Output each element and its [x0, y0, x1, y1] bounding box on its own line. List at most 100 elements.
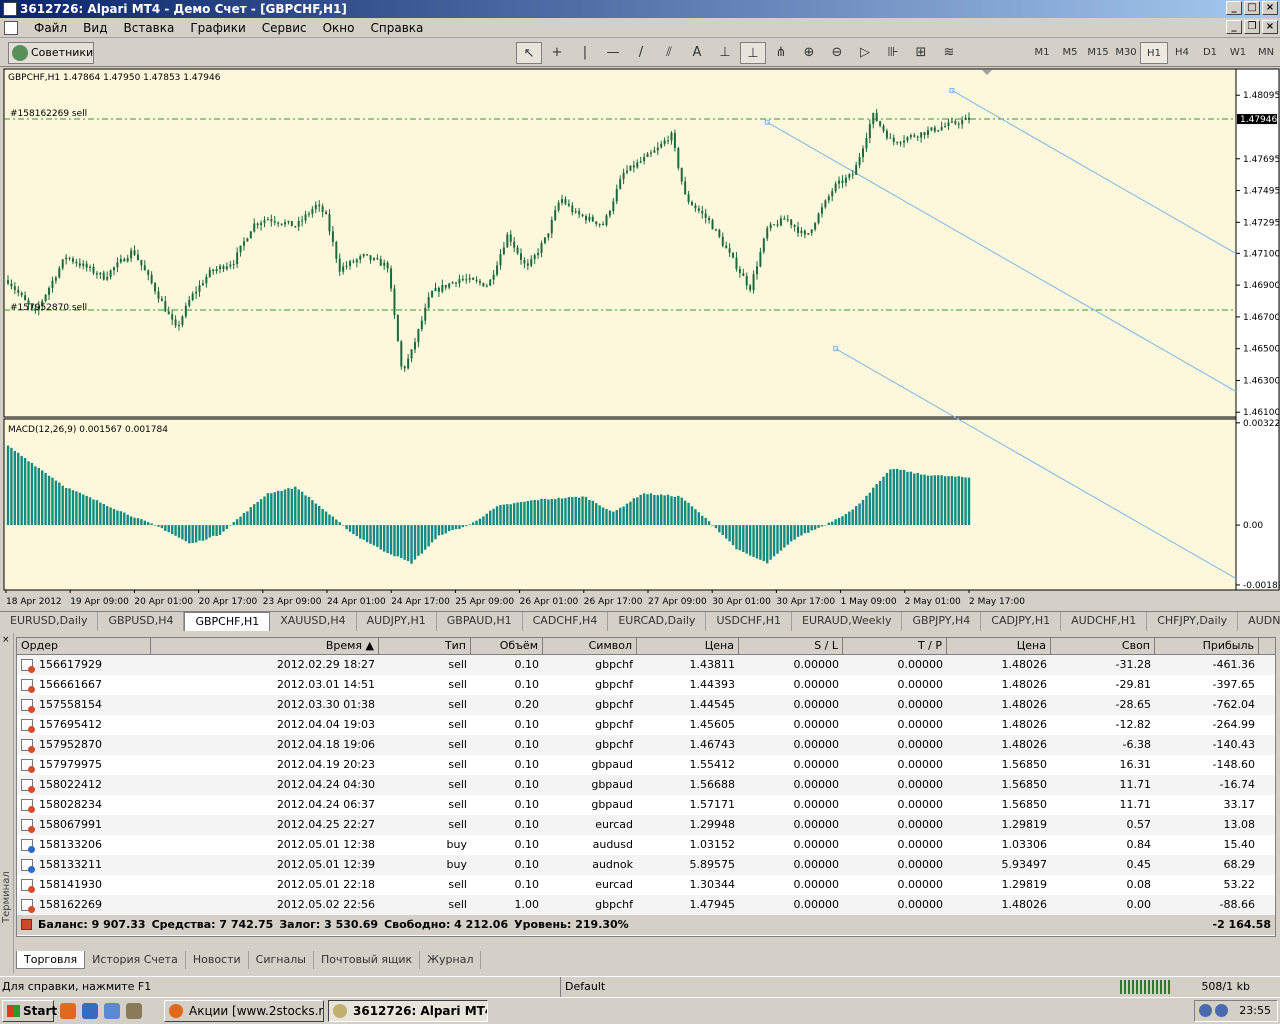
expert-advisors-button[interactable]: Советники — [8, 42, 94, 64]
symbol-tab[interactable]: CADCHF,H4 — [523, 612, 609, 631]
terminal-tab[interactable]: История Счета — [85, 951, 186, 969]
menu-item[interactable]: Сервис — [254, 21, 315, 35]
symbol-tab[interactable]: AUDNOK,Daily — [1238, 612, 1280, 631]
period-button[interactable]: M15 — [1084, 42, 1112, 64]
symbol-tab[interactable]: USDCHF,H1 — [706, 612, 793, 631]
chart-tool-icon[interactable]: A — [684, 42, 710, 64]
close-button[interactable]: × — [1262, 1, 1278, 15]
column-header[interactable]: Прибыль — [1155, 638, 1259, 654]
table-row[interactable]: 158067991 2012.04.25 22:27 sell 0.10 eurcad 1… — [17, 815, 1275, 835]
column-header[interactable]: S / L — [739, 638, 843, 654]
chart-tool-icon[interactable]: ≋ — [936, 42, 962, 64]
terminal-close-icon[interactable]: × — [2, 635, 12, 645]
terminal-tab[interactable]: Торговля — [16, 951, 86, 969]
period-button[interactable]: W1 — [1224, 42, 1252, 64]
maximize-button[interactable]: □ — [1244, 1, 1260, 15]
menu-item[interactable]: Окно — [315, 21, 363, 35]
terminal-tab[interactable]: Новости — [186, 951, 249, 969]
price-chart[interactable]: 1.48095 1.47695 1.47495 1.47295 1.47100 1.469… — [2, 68, 1280, 610]
symbol-tab[interactable]: GBPCHF,H1 — [184, 612, 271, 631]
column-header[interactable]: T / P — [843, 638, 947, 654]
task-mt4[interactable]: 3612726: Alpari MT4 -... — [328, 1000, 488, 1022]
table-row[interactable]: 158028234 2012.04.24 06:37 sell 0.10 gbpaud 1… — [17, 795, 1275, 815]
period-button[interactable]: MN — [1252, 42, 1280, 64]
column-header[interactable]: Цена — [637, 638, 739, 654]
symbol-tab[interactable]: EURCAD,Daily — [608, 612, 707, 631]
firefox-icon[interactable] — [60, 1003, 76, 1019]
terminal-tab[interactable]: Сигналы — [249, 951, 314, 969]
mdi-restore-button[interactable]: ❐ — [1244, 20, 1260, 34]
column-header[interactable]: Своп — [1051, 638, 1155, 654]
menu-item[interactable]: Графики — [182, 21, 253, 35]
menu-item[interactable]: Вид — [75, 21, 115, 35]
macd-bar — [276, 490, 280, 526]
chart-tool-icon[interactable]: ⊞ — [908, 42, 934, 64]
table-row[interactable]: 158022412 2012.04.24 04:30 sell 0.10 gbpaud 1… — [17, 775, 1275, 795]
symbol-tab[interactable]: GBPUSD,H4 — [98, 612, 185, 631]
tool-icon[interactable] — [126, 1003, 142, 1019]
column-header[interactable]: Цена — [947, 638, 1051, 654]
table-row[interactable]: 156661667 2012.03.01 14:51 sell 0.10 gbpchf 1… — [17, 675, 1275, 695]
table-row[interactable]: 157979975 2012.04.19 20:23 sell 0.10 gbpaud 1… — [17, 755, 1275, 775]
mdi-minimize-button[interactable]: _ — [1226, 20, 1242, 34]
symbol-tab[interactable]: AUDJPY,H1 — [357, 612, 437, 631]
volume-icon[interactable] — [1215, 1004, 1228, 1017]
chart-tool-icon[interactable]: ⊥ — [740, 42, 766, 64]
chart-tool-icon[interactable]: ⫽ — [656, 42, 682, 64]
table-row[interactable]: 158162269 2012.05.02 22:56 sell 1.00 gbpchf 1… — [17, 895, 1275, 915]
column-header[interactable]: Ордер — [17, 638, 151, 654]
terminal-tab[interactable]: Журнал — [420, 951, 482, 969]
symbol-tab[interactable]: EURUSD,Daily — [0, 612, 99, 631]
mdi-close-button[interactable]: × — [1262, 20, 1278, 34]
menu-item[interactable]: Файл — [26, 21, 75, 35]
symbol-tab[interactable]: XAUUSD,H4 — [270, 612, 357, 631]
table-row[interactable]: 157558154 2012.03.30 01:38 sell 0.20 gbpchf 1… — [17, 695, 1275, 715]
table-row[interactable]: 158133206 2012.05.01 12:38 buy 0.10 audusd 1.… — [17, 835, 1275, 855]
symbol-tab[interactable]: EURAUD,Weekly — [792, 612, 903, 631]
period-button[interactable]: M5 — [1056, 42, 1084, 64]
period-button[interactable]: M1 — [1028, 42, 1056, 64]
chart-tool-icon[interactable]: ⊪ — [880, 42, 906, 64]
terminal-tab[interactable]: Почтовый ящик — [314, 951, 421, 969]
table-row[interactable]: 158141930 2012.05.01 22:18 sell 0.10 eurcad 1… — [17, 875, 1275, 895]
chart-tool-icon[interactable]: | — [572, 42, 598, 64]
chart-tool-icon[interactable]: ⊖ — [824, 42, 850, 64]
column-header[interactable]: Тип — [379, 638, 471, 654]
chart-tool-icon[interactable]: ▷ — [852, 42, 878, 64]
macd-bar — [759, 525, 762, 560]
chart-tool-icon[interactable]: + — [544, 42, 570, 64]
chart-tool-icon[interactable]: ⋔ — [768, 42, 794, 64]
table-row[interactable]: 158133211 2012.05.01 12:39 buy 0.10 audnok 5.… — [17, 855, 1275, 875]
ie-icon[interactable] — [104, 1003, 120, 1019]
time-tick-label: 20 Apr 01:00 — [134, 597, 193, 607]
period-button[interactable]: H4 — [1168, 42, 1196, 64]
start-button[interactable]: Start — [2, 1000, 57, 1022]
chart-tool-icon[interactable]: / — [628, 42, 654, 64]
chart-tool-icon[interactable]: — — [600, 42, 626, 64]
period-button[interactable]: H1 — [1140, 42, 1168, 64]
minimize-button[interactable]: _ — [1226, 1, 1242, 15]
chart-tool-icon[interactable]: ⊥ — [712, 42, 738, 64]
table-row[interactable]: 157695412 2012.04.04 19:03 sell 0.10 gbpchf 1… — [17, 715, 1275, 735]
column-header[interactable]: Время ▲ — [151, 638, 379, 654]
menu-item[interactable]: Справка — [363, 21, 432, 35]
symbol-tab[interactable]: AUDCHF,H1 — [1061, 612, 1148, 631]
chart-tool-icon[interactable]: ⊕ — [796, 42, 822, 64]
task-browser[interactable]: Акции [www.2stocks.r... — [164, 1000, 324, 1022]
symbol-tab[interactable]: CADJPY,H1 — [981, 612, 1062, 631]
column-header[interactable]: Объём — [471, 638, 543, 654]
network-icon[interactable] — [1199, 1004, 1212, 1017]
chart-tool-icon[interactable]: ↖ — [516, 42, 542, 64]
outlook-icon[interactable] — [82, 1003, 98, 1019]
symbol-tab[interactable]: GBPJPY,H4 — [902, 612, 982, 631]
symbol-tab[interactable]: CHFJPY,Daily — [1147, 612, 1239, 631]
column-header[interactable]: Символ — [543, 638, 637, 654]
symbol-tab[interactable]: GBPAUD,H1 — [437, 612, 523, 631]
table-row[interactable]: 157952870 2012.04.18 19:06 sell 0.10 gbpchf 1… — [17, 735, 1275, 755]
period-button[interactable]: M30 — [1112, 42, 1140, 64]
chart-window[interactable]: 1.48095 1.47695 1.47495 1.47295 1.47100 1.469… — [2, 68, 1280, 610]
table-row[interactable]: 156617929 2012.02.29 18:27 sell 0.10 gbpchf 1… — [17, 655, 1275, 675]
candle-body — [571, 205, 574, 213]
menu-item[interactable]: Вставка — [115, 21, 182, 35]
period-button[interactable]: D1 — [1196, 42, 1224, 64]
